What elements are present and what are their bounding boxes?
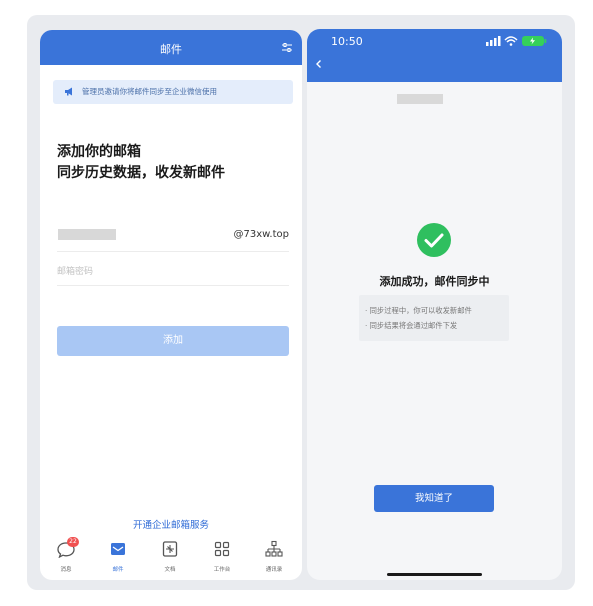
open-enterprise-mail-link[interactable]: 开通企业邮箱服务: [40, 517, 302, 531]
notice-text: 管理员邀请你将邮件同步至企业微信使用: [82, 87, 217, 96]
home-indicator: [387, 573, 482, 576]
tab-contacts[interactable]: 通讯录: [248, 535, 300, 580]
success-check-icon: [417, 223, 451, 257]
add-button[interactable]: 添加: [57, 326, 289, 356]
tab-workbench[interactable]: 工作台: [196, 535, 248, 580]
info-line-2: · 同步结果将会通过邮件下发: [365, 321, 458, 330]
megaphone-icon: [65, 87, 72, 96]
password-field[interactable]: 邮箱密码: [57, 264, 93, 277]
redacted-title: [397, 94, 443, 104]
add-mailbox-heading: 添加你的邮箱 同步历史数据，收发新邮件: [57, 142, 225, 184]
email-username-field[interactable]: [58, 229, 116, 240]
right-phone-screen: 10:50 添加成功，邮件同步中 · 同步过程中，你可以收发新邮件 · 同步结果…: [307, 29, 562, 580]
org-chart-icon: [265, 540, 283, 557]
header-title: 邮件: [160, 43, 182, 56]
nav-header-bar: 10:50: [307, 29, 562, 82]
left-phone-screen: 邮件 管理员邀请你将邮件同步至企业微信使用 添加你的邮箱 同步历史数据，收发新邮…: [40, 30, 302, 580]
mail-header-bar: 邮件: [40, 30, 302, 65]
success-title: 添加成功，邮件同步中: [379, 275, 490, 288]
tab-messages[interactable]: 22 消息: [40, 535, 92, 580]
status-time: 10:50: [331, 35, 363, 48]
tab-label: 通讯录: [265, 567, 283, 573]
divider: [57, 285, 289, 286]
filter-settings-icon[interactable]: [282, 43, 292, 52]
tab-label: 工作台: [213, 567, 231, 573]
tab-label: 文档: [164, 567, 176, 573]
grid-icon: [214, 541, 230, 557]
heading-line-2: 同步历史数据，收发新邮件: [57, 165, 225, 181]
signal-icon: [486, 36, 501, 46]
document-icon: [162, 541, 178, 557]
unread-badge: 22: [67, 537, 79, 547]
battery-icon: [522, 36, 547, 46]
status-bar-icons: [486, 36, 547, 46]
divider: [57, 251, 289, 252]
bottom-tab-bar: 22 消息 邮件 文档 工作台 通讯录: [40, 535, 302, 580]
tab-mail[interactable]: 邮件: [92, 535, 144, 580]
admin-invite-notice[interactable]: 管理员邀请你将邮件同步至企业微信使用: [53, 80, 293, 104]
tab-documents[interactable]: 文档: [144, 535, 196, 580]
heading-line-1: 添加你的邮箱: [57, 144, 141, 160]
tab-label: 邮件: [112, 567, 124, 573]
mail-icon: [111, 543, 125, 555]
info-line-1: · 同步过程中，你可以收发新邮件: [365, 306, 472, 315]
sync-info-box: · 同步过程中，你可以收发新邮件 · 同步结果将会通过邮件下发: [359, 295, 509, 341]
got-it-button[interactable]: 我知道了: [374, 485, 494, 512]
wifi-icon: [504, 36, 518, 46]
tab-label: 消息: [60, 567, 72, 573]
email-domain-suffix: @73xw.top: [233, 229, 289, 240]
back-chevron-icon[interactable]: [314, 59, 324, 69]
